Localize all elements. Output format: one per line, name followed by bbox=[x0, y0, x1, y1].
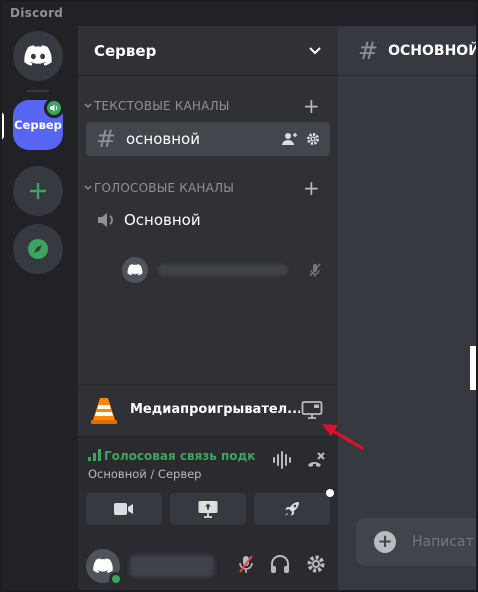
headphones-icon[interactable] bbox=[270, 554, 290, 574]
voice-channel-path[interactable]: Основной / Сервер bbox=[88, 467, 201, 481]
video-button[interactable] bbox=[86, 493, 162, 525]
plus-icon bbox=[30, 183, 46, 199]
screen-share-icon bbox=[301, 400, 323, 419]
screen-share-button[interactable] bbox=[170, 493, 246, 525]
blurred-username bbox=[158, 264, 288, 276]
avatar bbox=[122, 257, 148, 283]
welcome-glyph-fragment bbox=[470, 346, 478, 390]
channel-voice-main[interactable]: Основной bbox=[86, 203, 330, 237]
red-arrow-annotation bbox=[322, 424, 364, 450]
channel-text-main[interactable]: # основной bbox=[86, 122, 330, 156]
create-channel-icon[interactable]: + bbox=[303, 96, 320, 116]
noise-suppression-icon[interactable] bbox=[272, 451, 292, 469]
voice-status[interactable]: Голосовая связь подк bbox=[104, 449, 264, 463]
gear-icon[interactable] bbox=[306, 554, 326, 574]
discord-logo-icon bbox=[93, 558, 113, 573]
rocket-icon bbox=[285, 502, 299, 516]
activities-button[interactable] bbox=[254, 493, 330, 525]
server-icon-label: Сервер bbox=[14, 118, 62, 132]
channel-sidebar: Сервер ТЕКСТОВЫЕ КАНАЛЫ + # основной ГОЛ… bbox=[78, 26, 338, 592]
notification-dot bbox=[326, 489, 334, 497]
attach-plus-icon[interactable]: + bbox=[374, 531, 396, 553]
channel-header: # ОСНОВНОЙ bbox=[338, 26, 478, 76]
chevron-down-icon bbox=[84, 185, 92, 190]
voice-member[interactable] bbox=[122, 256, 330, 284]
category-voice-channels[interactable]: ГОЛОСОВЫЕ КАНАЛЫ + bbox=[78, 178, 338, 198]
screen-share-icon bbox=[198, 501, 218, 518]
composer-placeholder: Написат bbox=[412, 534, 474, 550]
camera-icon bbox=[114, 503, 133, 515]
hashtag-icon: # bbox=[358, 36, 379, 65]
category-label: ТЕКСТОВЫЕ КАНАЛЫ bbox=[94, 99, 230, 113]
disconnect-icon[interactable] bbox=[306, 451, 326, 469]
channel-title: ОСНОВНОЙ bbox=[388, 42, 478, 59]
category-label: ГОЛОСОВЫЕ КАНАЛЫ bbox=[94, 181, 235, 195]
gear-icon[interactable] bbox=[306, 132, 320, 146]
channel-name: основной bbox=[126, 130, 200, 148]
chevron-down-icon[interactable] bbox=[308, 46, 322, 56]
server-list: Сервер bbox=[0, 26, 78, 592]
discord-logo-icon bbox=[127, 264, 143, 276]
online-status-dot bbox=[109, 572, 123, 586]
discord-logo-icon bbox=[24, 45, 52, 66]
category-text-channels[interactable]: ТЕКСТОВЫЕ КАНАЛЫ + bbox=[78, 96, 338, 116]
blurred-username[interactable] bbox=[130, 555, 214, 577]
speaker-icon bbox=[44, 98, 64, 118]
speaker-icon bbox=[98, 213, 113, 227]
selected-server-pill bbox=[0, 112, 4, 140]
add-server-button[interactable] bbox=[13, 166, 63, 216]
invite-icon[interactable] bbox=[282, 132, 298, 146]
muted-mic-icon bbox=[309, 263, 321, 277]
title-bar: Discord bbox=[0, 0, 478, 26]
chevron-down-icon bbox=[84, 103, 92, 108]
channel-name: Основной bbox=[124, 211, 201, 229]
voice-connection-panel: Голосовая связь подк Основной / Сервер bbox=[78, 436, 338, 540]
user-panel bbox=[78, 540, 338, 592]
vlc-cone-icon bbox=[91, 397, 117, 424]
create-channel-icon[interactable]: + bbox=[303, 178, 320, 198]
explore-servers-button[interactable] bbox=[13, 224, 63, 274]
server-name: Сервер bbox=[94, 41, 157, 60]
hashtag-icon: # bbox=[96, 125, 117, 153]
server-list-separator bbox=[27, 90, 49, 92]
home-button[interactable] bbox=[13, 31, 63, 81]
server-header[interactable]: Сервер bbox=[78, 26, 338, 76]
app-title: Discord bbox=[10, 6, 64, 20]
avatar[interactable] bbox=[86, 549, 123, 586]
compass-icon bbox=[28, 239, 48, 259]
signal-bars-icon bbox=[88, 449, 101, 461]
chat-area: # ОСНОВНОЙ + Написат bbox=[338, 26, 478, 592]
activity-title: Медиапроигрывател... bbox=[130, 402, 300, 417]
message-composer[interactable]: + Написат bbox=[356, 518, 478, 566]
activity-panel: Медиапроигрывател... bbox=[78, 384, 338, 434]
muted-mic-icon[interactable] bbox=[238, 554, 254, 574]
